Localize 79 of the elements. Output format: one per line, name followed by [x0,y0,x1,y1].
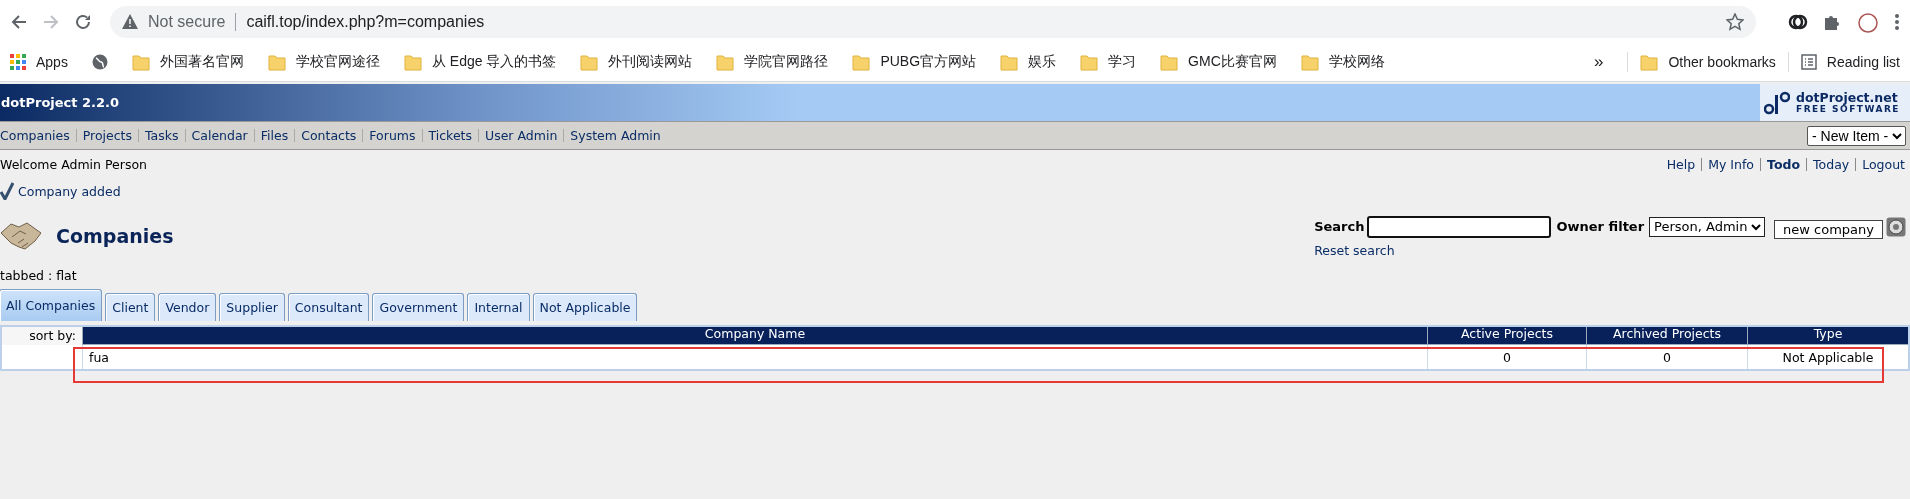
folder-icon [716,53,735,71]
bookmark[interactable]: GMC比赛官网 [1160,53,1277,71]
column-header[interactable]: Archived Projects [1586,326,1748,345]
user-link[interactable]: Logout [1855,157,1905,171]
folder-icon [403,53,422,71]
view-mode-label: tabbed : flat [0,268,77,283]
filter-tab[interactable]: Supplier [219,293,285,321]
product-logo: dotProject.net FREE SOFTWARE [1760,84,1910,121]
nav-link[interactable]: Tickets [421,129,478,142]
url-text: caifl.top/index.php?m=companies [246,12,485,31]
folder-icon [1300,53,1319,71]
bookmark[interactable]: 外刊阅读网站 [580,53,693,71]
nav-link[interactable]: User Admin [478,129,564,142]
column-header[interactable]: Type [1747,326,1909,345]
column-header[interactable]: Active Projects [1427,326,1587,345]
search-label: Search [1314,219,1365,234]
filter-tab[interactable]: Not Applicable [532,293,638,321]
owner-filter-label: Owner filter [1556,219,1645,234]
folder-icon [1640,53,1659,71]
bookmark[interactable]: Apps [10,54,68,70]
back-icon[interactable] [10,12,28,31]
search-field[interactable] [1367,215,1552,238]
list-icon [1800,54,1817,70]
filter-tab[interactable]: Internal [467,293,530,321]
user-link[interactable]: Todo [1760,157,1807,171]
welcome-text: Welcome Admin Person [0,156,147,172]
bookmark[interactable]: 外国著名官网 [131,53,244,71]
bookmark[interactable]: 学校官网途径 [267,53,380,71]
sort-label: sort by: [1,326,83,345]
bookmark[interactable]: 学习 [1080,53,1137,71]
nav-link[interactable]: System Admin [563,129,667,142]
bookmark[interactable]: 娱乐 [1000,53,1057,71]
filter-tab[interactable]: All Companies [0,289,103,321]
folder-icon [131,53,150,71]
reading-list[interactable]: Reading list [1800,54,1900,70]
warning-icon [122,14,138,29]
address-bar[interactable]: Not secure caifl.top/index.php?m=companies [110,5,1756,38]
bookmark[interactable]: 学院官网路径 [716,53,829,71]
filter-tab[interactable]: Consultant [287,293,370,321]
nav-link[interactable]: Projects [75,129,139,142]
filter-tab[interactable]: Government [372,293,465,321]
folder-icon [580,53,599,71]
bookmark[interactable]: 学校网络 [1300,53,1385,71]
app-title: dotProject 2.2.0 [1,95,120,110]
nav-link[interactable]: Companies [0,129,76,142]
menu-icon[interactable] [1894,12,1900,31]
other-bookmarks[interactable]: Other bookmarks [1640,53,1776,71]
apps-grid-icon [10,54,26,70]
folder-icon [1000,53,1019,71]
folder-icon [1080,53,1099,71]
nav-link[interactable]: Calendar [184,129,254,142]
column-header[interactable]: Company Name [82,326,1428,345]
folder-icon [267,53,286,71]
checkmark-icon [0,182,14,200]
reload-icon[interactable] [74,12,92,31]
filter-tab[interactable]: Client [105,293,156,321]
bookmark[interactable]: 从 Edge 导入的书签 [403,53,557,71]
nav-link[interactable]: Files [253,129,295,142]
nav-link[interactable]: Forums [362,129,422,142]
status-message: Company added [18,183,121,199]
filter-tab[interactable]: Vendor [158,293,217,321]
reset-search-link[interactable]: Reset search [1314,243,1906,258]
lifebuoy-icon[interactable] [1886,216,1906,237]
user-link[interactable]: Today [1806,157,1856,171]
bookmark[interactable]: PUBG官方网站 [852,53,977,71]
nav-link[interactable]: Tasks [138,129,185,142]
user-link[interactable]: Help [1660,157,1702,171]
nav-link[interactable]: Contacts [294,129,363,142]
user-link[interactable]: My Info [1701,157,1761,171]
bookmarks-overflow[interactable]: » [1594,52,1604,72]
page-title: Companies [56,225,174,247]
folder-icon [852,53,871,71]
owner-filter-select[interactable]: Person, Admin [1649,216,1766,237]
folder-icon [1160,53,1179,71]
logo-mark-icon [1764,90,1790,115]
new-item-select[interactable]: - New Item - [1807,125,1906,146]
star-icon[interactable] [1726,12,1744,31]
security-label: Not secure [148,12,237,31]
new-company-button[interactable]: new company [1774,220,1883,239]
